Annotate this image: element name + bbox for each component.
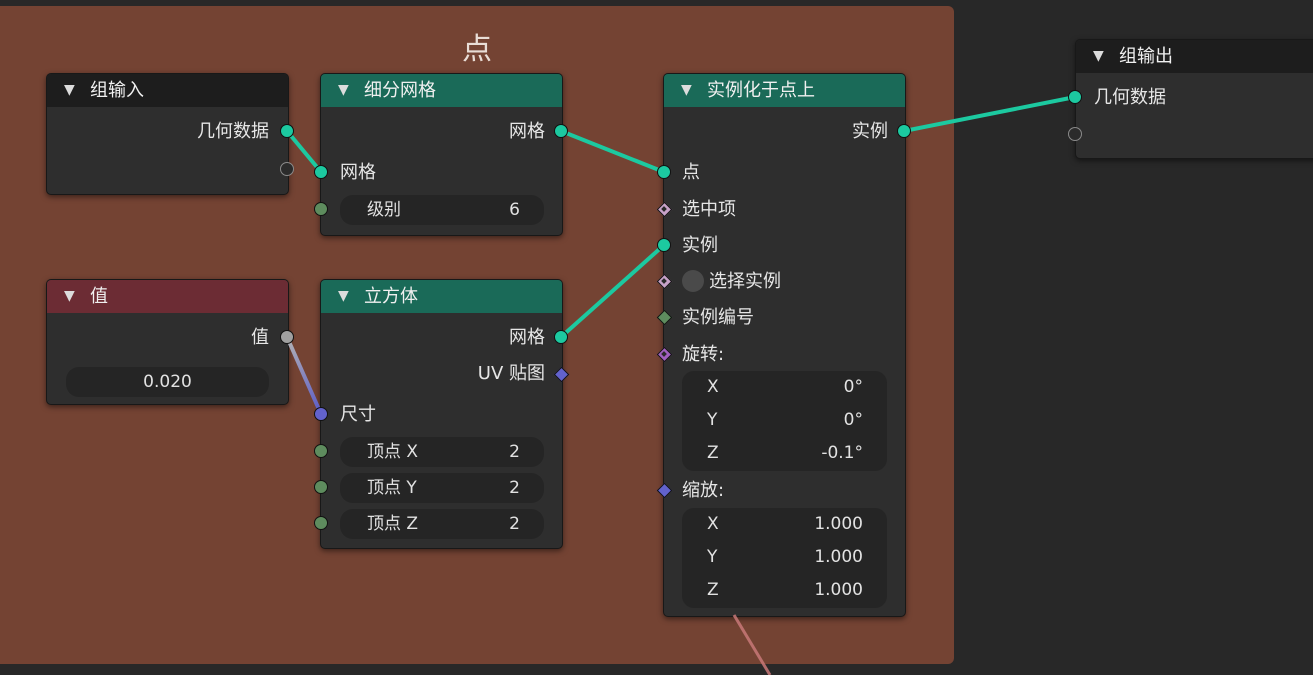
rotation-vector-field[interactable]: X 0° Y 0° Z -0.1° (682, 371, 887, 471)
node-header[interactable]: ▼ 组输出 (1076, 40, 1313, 73)
value-number: 0.020 (143, 372, 192, 392)
node-value[interactable]: ▼ 值 值 0.020 (46, 279, 289, 405)
chevron-down-icon[interactable]: ▼ (1093, 40, 1104, 73)
socket-subdivide-mesh-out[interactable] (554, 124, 568, 138)
input-pick-instance-label: 选择实例 (709, 271, 781, 292)
scale-y-label: Y (707, 547, 718, 567)
node-cube[interactable]: ▼ 立方体 网格 UV 贴图 尺寸 顶点 X 2 顶点 Y 2 顶点 Z 2 (320, 279, 563, 549)
rotation-z-value: -0.1° (821, 443, 863, 463)
node-title: 实例化于点上 (707, 80, 815, 101)
output-uv-label: UV 贴图 (477, 363, 545, 384)
node-title: 组输出 (1119, 46, 1173, 67)
socket-instance-points-in[interactable] (657, 165, 671, 179)
chevron-down-icon[interactable]: ▼ (64, 74, 75, 107)
scale-y-row[interactable]: Y 1.000 (682, 541, 887, 574)
vertices-y-label: 顶点 Y (367, 478, 417, 498)
input-scale-label: 缩放: (682, 480, 725, 501)
rotation-x-row[interactable]: X 0° (682, 371, 887, 404)
scale-y-value: 1.000 (814, 547, 863, 567)
output-mesh-label: 网格 (509, 121, 545, 142)
input-geometry-label: 几何数据 (1094, 87, 1166, 108)
socket-cube-vertsz-in[interactable] (314, 516, 328, 530)
socket-value-out[interactable] (280, 330, 294, 344)
level-value: 6 (509, 200, 520, 220)
node-title: 值 (90, 286, 108, 307)
output-mesh-label: 网格 (509, 327, 545, 348)
input-instance-label: 实例 (682, 235, 718, 256)
socket-instance-instance-in[interactable] (657, 238, 671, 252)
vertices-x-value: 2 (509, 442, 520, 462)
vertices-y-value: 2 (509, 478, 520, 498)
node-header[interactable]: ▼ 实例化于点上 (664, 74, 905, 107)
scale-z-row[interactable]: Z 1.000 (682, 574, 887, 607)
socket-subdivide-level-in[interactable] (314, 202, 328, 216)
chevron-down-icon[interactable]: ▼ (681, 74, 692, 107)
input-mesh-label: 网格 (340, 162, 376, 183)
vertices-z-value: 2 (509, 514, 520, 534)
node-header[interactable]: ▼ 立方体 (321, 280, 562, 313)
node-title: 立方体 (364, 286, 418, 307)
socket-cube-vertsx-in[interactable] (314, 444, 328, 458)
input-selection-label: 选中项 (682, 199, 736, 220)
node-header[interactable]: ▼ 组输入 (47, 74, 288, 107)
vertices-x-label: 顶点 X (367, 442, 419, 462)
node-header[interactable]: ▼ 细分网格 (321, 74, 562, 107)
input-rotation-label: 旋转: (682, 344, 725, 365)
node-subdivide-mesh[interactable]: ▼ 细分网格 网格 网格 级别 6 (320, 73, 563, 236)
rotation-x-label: X (707, 377, 719, 397)
scale-vector-field[interactable]: X 1.000 Y 1.000 Z 1.000 (682, 508, 887, 608)
pick-instance-checkbox[interactable] (682, 270, 704, 292)
input-instance-index-label: 实例编号 (682, 307, 754, 328)
socket-cube-size-in[interactable] (314, 407, 328, 421)
node-title: 组输入 (90, 80, 144, 101)
socket-groupinput-geometry-out[interactable] (280, 124, 294, 138)
value-field[interactable]: 0.020 (66, 367, 269, 397)
vertices-z-field[interactable]: 顶点 Z 2 (340, 509, 544, 539)
node-title: 细分网格 (364, 80, 436, 101)
socket-subdivide-mesh-in[interactable] (314, 165, 328, 179)
vertices-x-field[interactable]: 顶点 X 2 (340, 437, 544, 467)
frame-title: 点 (462, 32, 492, 67)
scale-z-value: 1.000 (814, 580, 863, 600)
chevron-down-icon[interactable]: ▼ (338, 74, 349, 107)
output-instances-label: 实例 (852, 121, 888, 142)
output-value-label: 值 (251, 327, 269, 348)
rotation-y-value: 0° (843, 410, 863, 430)
rotation-y-row[interactable]: Y 0° (682, 404, 887, 437)
rotation-z-label: Z (707, 443, 719, 463)
chevron-down-icon[interactable]: ▼ (338, 280, 349, 313)
vertices-z-label: 顶点 Z (367, 514, 419, 534)
rotation-z-row[interactable]: Z -0.1° (682, 437, 887, 470)
chevron-down-icon[interactable]: ▼ (64, 280, 75, 313)
level-label: 级别 (367, 200, 401, 220)
node-group-input[interactable]: ▼ 组输入 几何数据 (46, 73, 289, 195)
scale-x-label: X (707, 514, 719, 534)
level-field[interactable]: 级别 6 (340, 195, 544, 225)
vertices-y-field[interactable]: 顶点 Y 2 (340, 473, 544, 503)
socket-groupinput-empty-out[interactable] (280, 162, 294, 176)
socket-groupoutput-empty-in[interactable] (1068, 127, 1082, 141)
scale-x-value: 1.000 (814, 514, 863, 534)
scale-z-label: Z (707, 580, 719, 600)
node-instance-on-points[interactable]: ▼ 实例化于点上 实例 点 选中项 实例 选择实例 实例编号 旋转: X 0° … (663, 73, 906, 617)
node-header[interactable]: ▼ 值 (47, 280, 288, 313)
output-geometry-label: 几何数据 (197, 121, 269, 142)
socket-groupoutput-geometry-in[interactable] (1068, 90, 1082, 104)
socket-instance-instances-out[interactable] (897, 124, 911, 138)
socket-cube-mesh-out[interactable] (554, 330, 568, 344)
input-size-label: 尺寸 (340, 404, 376, 425)
rotation-y-label: Y (707, 410, 718, 430)
rotation-x-value: 0° (843, 377, 863, 397)
node-group-output[interactable]: ▼ 组输出 几何数据 (1075, 39, 1313, 159)
socket-cube-vertsy-in[interactable] (314, 480, 328, 494)
scale-x-row[interactable]: X 1.000 (682, 508, 887, 541)
input-points-label: 点 (682, 162, 700, 183)
